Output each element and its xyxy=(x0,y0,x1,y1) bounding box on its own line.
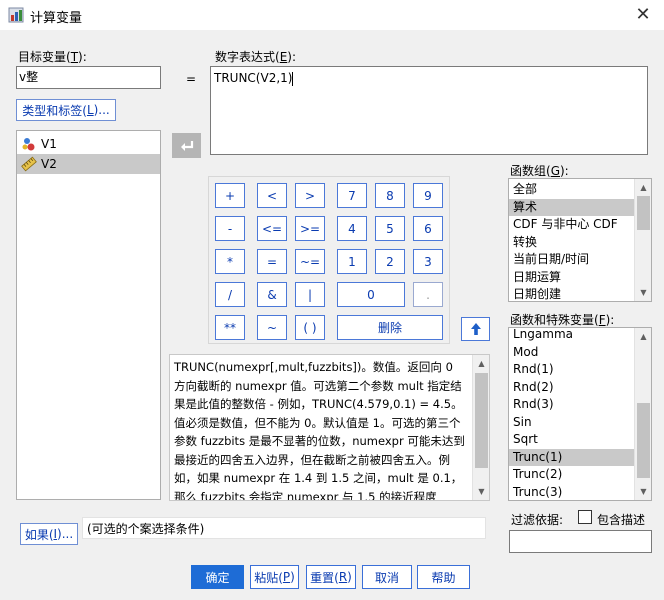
keypad-2[interactable]: 2 xyxy=(375,249,405,274)
keypad-7[interactable]: 7 xyxy=(337,183,367,208)
close-icon[interactable]: ✕ xyxy=(626,2,660,28)
paste-button[interactable]: 粘贴(P) xyxy=(250,565,299,589)
function-item[interactable]: Trunc(2) xyxy=(509,466,636,484)
function-group-item[interactable]: 算术 xyxy=(509,198,636,216)
nominal-variable-icon xyxy=(22,138,35,151)
function-groups-scrollbar[interactable]: ▲ ▼ xyxy=(634,179,651,301)
keypad-not[interactable]: ~ xyxy=(257,315,287,340)
expression-textarea[interactable]: TRUNC(V2,1) xyxy=(210,66,648,155)
keypad-parentheses[interactable]: ( ) xyxy=(295,315,325,340)
target-variable-input[interactable]: v整 xyxy=(16,66,161,89)
keypad-equals[interactable]: = xyxy=(257,249,287,274)
up-arrow-icon xyxy=(470,323,481,335)
scroll-up-icon[interactable]: ▲ xyxy=(473,355,489,372)
variable-item-v2[interactable]: V2 xyxy=(17,154,160,174)
keypad-power[interactable]: ** xyxy=(215,315,245,340)
variable-name: V2 xyxy=(41,157,57,171)
include-description-label: 包含描述 xyxy=(597,513,646,527)
function-item[interactable]: Lngamma xyxy=(509,328,636,344)
keypad-8[interactable]: 8 xyxy=(375,183,405,208)
description-scrollbar[interactable]: ▲ ▼ xyxy=(472,355,489,500)
ok-button[interactable]: 确定 xyxy=(191,565,244,589)
function-group-item[interactable]: 全部 xyxy=(509,181,636,199)
keypad-less-equal[interactable]: <= xyxy=(257,216,287,241)
keypad-and[interactable]: & xyxy=(257,282,287,307)
function-item[interactable]: Sqrt xyxy=(509,431,636,449)
function-groups-list[interactable]: 全部 算术 CDF 与非中心 CDF 转换 当前日期/时间 日期运算 日期创建 … xyxy=(508,178,652,302)
target-variable-value: v整 xyxy=(19,70,39,84)
keypad-divide[interactable]: / xyxy=(215,282,245,307)
keypad-decimal[interactable]: . xyxy=(413,282,443,307)
keypad-0[interactable]: 0 xyxy=(337,282,405,307)
scroll-thumb[interactable] xyxy=(475,373,488,468)
keypad-1[interactable]: 1 xyxy=(337,249,367,274)
scroll-down-icon[interactable]: ▼ xyxy=(473,483,489,500)
function-item[interactable]: Trunc(1) xyxy=(509,448,636,466)
keypad-4[interactable]: 4 xyxy=(337,216,367,241)
window-title: 计算变量 xyxy=(30,11,83,26)
if-button[interactable]: 如果(I)... xyxy=(20,523,78,545)
keypad-not-equal[interactable]: ~= xyxy=(295,249,325,274)
scroll-thumb[interactable] xyxy=(637,196,650,230)
scroll-thumb[interactable] xyxy=(637,403,650,478)
calculator-keypad: + < > 7 8 9 - <= >= 4 5 6 * = ~= 1 2 3 /… xyxy=(208,176,450,344)
keypad-plus[interactable]: + xyxy=(215,183,245,208)
keypad-5[interactable]: 5 xyxy=(375,216,405,241)
function-groups-label: 函数组(G): xyxy=(510,164,569,178)
reset-button[interactable]: 重置(R) xyxy=(306,565,356,589)
keypad-delete[interactable]: 删除 xyxy=(337,315,443,340)
function-description: TRUNC(numexpr[,mult,fuzzbits])。数值。返回向 0 … xyxy=(169,354,490,501)
help-button[interactable]: 帮助 xyxy=(417,565,470,589)
function-item[interactable]: Rnd(2) xyxy=(509,379,636,397)
keypad-greater-equal[interactable]: >= xyxy=(295,216,325,241)
keypad-minus[interactable]: - xyxy=(215,216,245,241)
function-group-item[interactable]: CDF 与非中心 CDF xyxy=(509,216,636,234)
function-item[interactable]: Rnd(3) xyxy=(509,396,636,414)
equals-sign: = xyxy=(186,72,197,86)
scroll-down-icon[interactable]: ▼ xyxy=(635,284,651,301)
title-bar xyxy=(0,0,664,30)
target-variable-label: 目标变量(T): xyxy=(18,50,87,64)
function-description-text: TRUNC(numexpr[,mult,fuzzbits])。数值。返回向 0 … xyxy=(174,360,465,501)
scroll-up-icon[interactable]: ▲ xyxy=(635,328,651,345)
keypad-multiply[interactable]: * xyxy=(215,249,245,274)
insert-function-button[interactable] xyxy=(461,317,490,341)
function-group-item[interactable]: 转换 xyxy=(509,234,636,252)
functions-label: 函数和特殊变量(F): xyxy=(510,313,615,327)
keypad-3[interactable]: 3 xyxy=(413,249,443,274)
keypad-or[interactable]: | xyxy=(295,282,325,307)
functions-list[interactable]: Lngamma Mod Rnd(1) Rnd(2) Rnd(3) Sin Sqr… xyxy=(508,327,652,501)
transfer-arrow-button[interactable] xyxy=(172,133,201,158)
keypad-greater-than[interactable]: > xyxy=(295,183,325,208)
app-icon xyxy=(8,7,24,23)
transfer-arrow-icon xyxy=(180,140,193,151)
scroll-up-icon[interactable]: ▲ xyxy=(635,179,651,196)
function-group-item[interactable]: 日期运算 xyxy=(509,269,636,287)
variable-name: V1 xyxy=(41,137,57,151)
expression-label: 数字表达式(E): xyxy=(215,50,297,64)
if-condition-text: (可选的个案选择条件) xyxy=(82,517,486,539)
function-item[interactable]: Trunc(3) xyxy=(509,484,636,501)
keypad-6[interactable]: 6 xyxy=(413,216,443,241)
keypad-less-than[interactable]: < xyxy=(257,183,287,208)
function-item[interactable]: Sin xyxy=(509,414,636,432)
function-item[interactable]: Rnd(1) xyxy=(509,361,636,379)
variable-item-v1[interactable]: V1 xyxy=(17,134,160,154)
expression-value: TRUNC(V2,1) xyxy=(214,71,293,85)
function-item[interactable]: Mod xyxy=(509,344,636,362)
type-and-label-button[interactable]: 类型和标签(L)... xyxy=(16,99,116,121)
scale-variable-icon xyxy=(21,156,37,172)
include-description-checkbox[interactable] xyxy=(578,510,592,524)
scroll-down-icon[interactable]: ▼ xyxy=(635,483,651,500)
cancel-button[interactable]: 取消 xyxy=(362,565,412,589)
function-group-item[interactable]: 日期创建 xyxy=(509,286,636,301)
keypad-9[interactable]: 9 xyxy=(413,183,443,208)
functions-scrollbar[interactable]: ▲ ▼ xyxy=(634,328,651,500)
filter-input[interactable] xyxy=(509,530,652,553)
text-cursor xyxy=(292,71,294,86)
filter-label: 过滤依据: xyxy=(511,513,564,527)
function-group-item[interactable]: 当前日期/时间 xyxy=(509,251,636,269)
variable-list[interactable]: V1 V2 xyxy=(16,130,161,500)
